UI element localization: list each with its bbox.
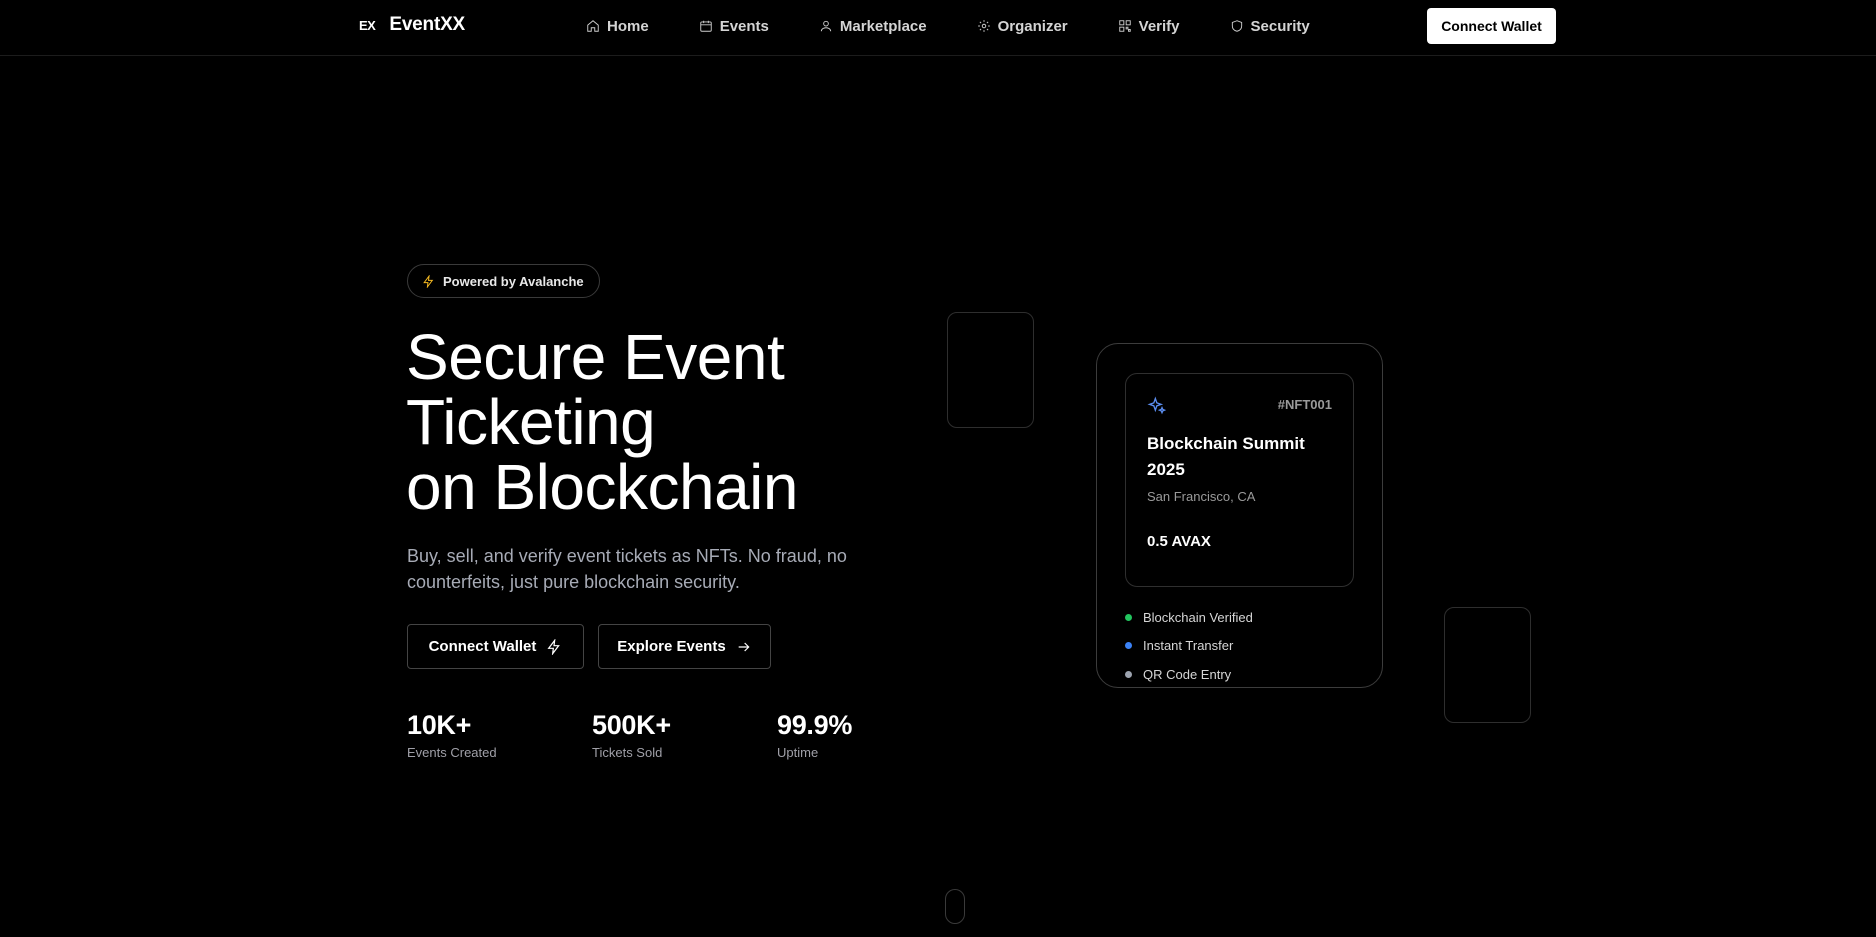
lightning-icon	[423, 274, 434, 288]
nav-item-label: Marketplace	[839, 17, 927, 35]
badge-label: Powered by Avalanche	[443, 273, 584, 289]
nav-item-label: Security	[1250, 17, 1310, 35]
stat-value: 10K+	[407, 710, 472, 740]
status-dot	[1125, 614, 1132, 621]
brand-mark: EX	[359, 17, 376, 33]
stat-value: 99.9%	[777, 710, 853, 740]
stat-tickets-sold: 500K+ Tickets Sold	[592, 710, 671, 760]
powered-by-badge: Powered by Avalanche	[407, 264, 600, 298]
sparkles-icon	[1147, 396, 1167, 416]
brand-name: EventXX	[389, 14, 466, 35]
stat-value: 500K+	[592, 710, 671, 740]
nav-item-label: Organizer	[997, 17, 1068, 35]
feature-label: QR Code Entry	[1143, 667, 1232, 682]
hero-connect-wallet-button[interactable]: Connect Wallet	[407, 624, 584, 669]
hero-title-line: Ticketing	[406, 386, 656, 458]
explore-events-button[interactable]: Explore Events	[598, 624, 771, 669]
stat-uptime: 99.9% Uptime	[777, 710, 852, 760]
arrow-right-icon	[738, 642, 750, 651]
feature-label: Instant Transfer	[1143, 638, 1234, 653]
nav-item-events[interactable]: Events	[699, 18, 769, 35]
nav-item-label: Verify	[1138, 17, 1180, 35]
hero-title: Secure Event Ticketing on Blockchain	[406, 325, 886, 520]
stat-events-created: 10K+ Events Created	[407, 710, 497, 760]
user-icon	[820, 20, 832, 32]
lightning-icon	[547, 638, 561, 655]
brand-logo[interactable]: EX EventXX	[359, 14, 465, 36]
button-label: Connect Wallet	[428, 638, 537, 655]
calendar-icon	[699, 20, 712, 32]
scroll-indicator[interactable]	[945, 889, 965, 924]
nav-links: Home Events Marketplace Organizer Verify…	[586, 0, 1360, 52]
decorative-card-outline	[1444, 607, 1531, 723]
qr-code-icon	[1118, 20, 1131, 32]
nav-item-home[interactable]: Home	[586, 18, 649, 35]
event-price: 0.5 AVAX	[1147, 533, 1211, 550]
nav-item-marketplace[interactable]: Marketplace	[819, 18, 927, 35]
feature-blockchain-verified: Blockchain Verified	[1125, 610, 1253, 625]
event-name: Blockchain Summit 2025	[1147, 434, 1305, 479]
stat-label: Uptime	[777, 745, 819, 760]
feature-label: Blockchain Verified	[1143, 610, 1253, 625]
nav-item-label: Events	[719, 17, 769, 35]
status-dot	[1125, 671, 1132, 678]
hero-title-line: Secure Event	[406, 321, 785, 393]
connect-wallet-button[interactable]: Connect Wallet	[1427, 8, 1556, 44]
nav-item-security[interactable]: Security	[1230, 18, 1310, 35]
feature-qr-code-entry: QR Code Entry	[1125, 667, 1231, 682]
nft-id: #NFT001	[1277, 397, 1332, 412]
button-label: Explore Events	[617, 638, 726, 655]
hero-title-line: on Blockchain	[406, 451, 798, 523]
hero-subtitle: Buy, sell, and verify event tickets as N…	[407, 546, 847, 592]
nav-item-label: Home	[607, 17, 649, 35]
home-icon	[587, 20, 599, 32]
stat-label: Tickets Sold	[592, 745, 663, 760]
status-dot	[1125, 642, 1132, 649]
event-location: San Francisco, CA	[1147, 489, 1256, 504]
shield-icon	[1231, 20, 1242, 32]
stat-label: Events Created	[407, 745, 497, 760]
gear-icon	[977, 20, 990, 32]
nav-item-verify[interactable]: Verify	[1118, 18, 1180, 35]
nav-item-organizer[interactable]: Organizer	[977, 18, 1068, 35]
top-nav: EX EventXX Home Events Marketplace Organ…	[0, 0, 1876, 56]
decorative-card-outline	[947, 312, 1034, 428]
feature-instant-transfer: Instant Transfer	[1125, 638, 1233, 653]
